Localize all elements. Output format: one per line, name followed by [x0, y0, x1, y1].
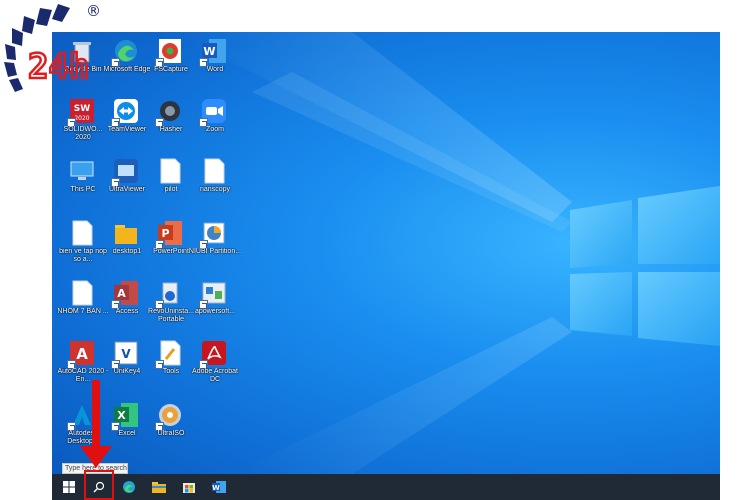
file-icon: [69, 279, 95, 307]
desktop-icon[interactable]: Adobe Acrobat DC: [188, 334, 242, 392]
windows-logo-graphic: [570, 186, 720, 346]
desktop-icon-label: UltraISO: [157, 430, 185, 437]
file-icon: [157, 157, 183, 185]
edge-icon: [123, 481, 135, 493]
svg-text:P: P: [161, 227, 169, 240]
desktop-icon[interactable]: W Word: [188, 32, 242, 90]
desktop-icon-label: Word: [206, 66, 224, 73]
logo-text: 24h: [28, 47, 89, 87]
svg-text:V: V: [121, 347, 131, 361]
taskbar-edge[interactable]: [116, 474, 142, 500]
this-pc-icon: [69, 157, 95, 185]
svg-text:A: A: [117, 287, 126, 300]
desktop-icon-label: Adobe Acrobat DC: [192, 368, 238, 383]
folder-icon: [152, 482, 166, 493]
store-icon: [183, 483, 195, 493]
desktop-icon-label: Zoom: [206, 126, 224, 133]
svg-text:A: A: [76, 345, 88, 363]
registered-mark: ®: [86, 2, 101, 20]
file-icon: [201, 157, 227, 185]
svg-text:W: W: [212, 484, 220, 492]
start-button[interactable]: [56, 474, 82, 500]
svg-text:W: W: [203, 45, 215, 58]
desktop-icon[interactable]: Zoom: [188, 92, 242, 150]
taskbar: W: [52, 474, 720, 500]
search-button-highlight: [84, 470, 114, 500]
windows-icon: [63, 481, 75, 493]
desktop-icon-label: nanscopy: [200, 186, 230, 193]
word-icon: W: [212, 481, 226, 493]
svg-text:2020: 2020: [74, 115, 89, 122]
desktop-icon-label: apowersoft...: [194, 308, 236, 315]
annotation-arrow: [92, 380, 100, 450]
annotation-arrow-head: [80, 446, 112, 468]
brand-logo: 24h ®: [0, 0, 110, 100]
taskbar-store[interactable]: [176, 474, 202, 500]
desktop-icon[interactable]: apowersoft...: [188, 274, 242, 332]
svg-text:SW: SW: [74, 104, 90, 114]
taskbar-word[interactable]: W: [206, 474, 232, 500]
desktop-icon[interactable]: UltraISO: [144, 396, 198, 454]
windows-desktop: Recycle Bin Microsoft Edge FSCapture W Word S…: [52, 32, 720, 500]
taskbar-file-explorer[interactable]: [146, 474, 172, 500]
file-icon: [69, 219, 95, 247]
desktop-icon[interactable]: nanscopy: [188, 152, 242, 210]
desktop-icon[interactable]: NIUBI Partition...: [188, 214, 242, 272]
svg-text:X: X: [117, 409, 126, 422]
folder-icon: [113, 219, 139, 247]
desktop-icon-label: NIUBI Partition...: [188, 248, 242, 255]
